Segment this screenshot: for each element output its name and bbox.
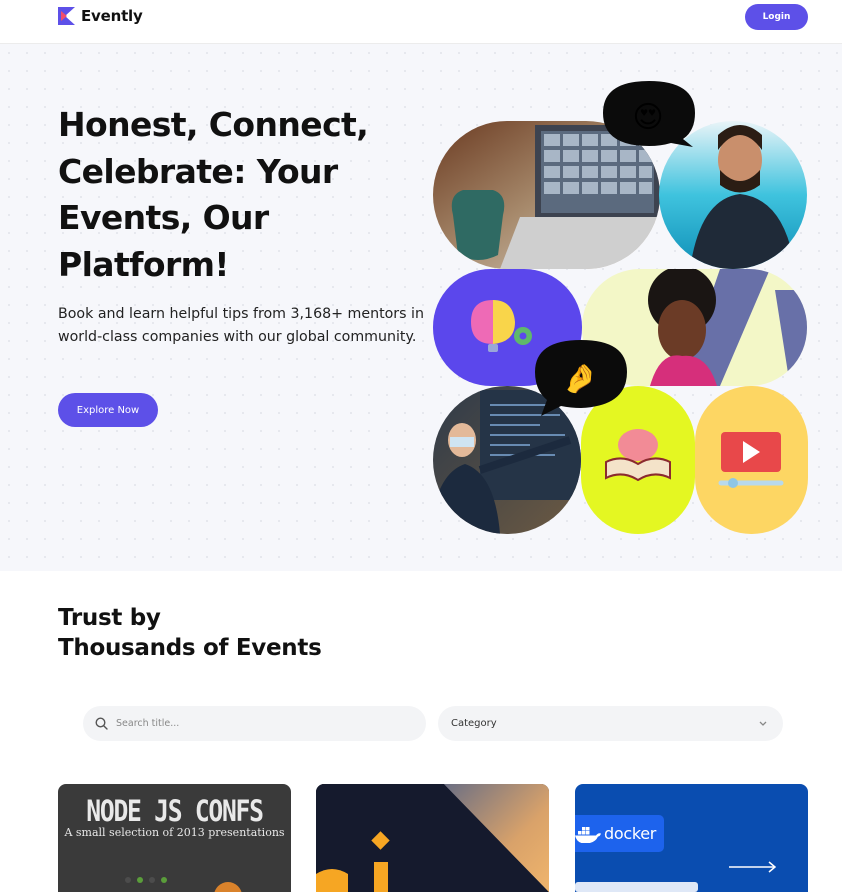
chevron-down-icon: [759, 721, 767, 726]
section-title-line2: Thousands of Events: [58, 635, 322, 661]
search-input[interactable]: [116, 718, 396, 729]
laptop-meeting-photo: [433, 121, 660, 269]
brain-book-tile: [581, 386, 695, 534]
section-title-line1: Trust by: [58, 605, 161, 631]
arrow-right-icon: [575, 861, 777, 892]
event-card-nodejs[interactable]: NODE JS CONFS A small selection of 2013 …: [58, 784, 291, 892]
section-title: Trust by Thousands of Events: [58, 603, 322, 663]
pinched-fingers-emoji: 🤌: [563, 362, 598, 395]
hero-collage: 😍 🤌: [433, 81, 808, 534]
search-field[interactable]: [83, 706, 426, 741]
category-label: Category: [451, 718, 497, 729]
search-icon: [95, 717, 108, 730]
event-card-ai[interactable]: [316, 784, 549, 892]
video-player-tile: [695, 386, 808, 534]
nodejs-decor: [125, 877, 242, 892]
love-emoji-bubble: 😍: [603, 81, 695, 147]
love-emoji: 😍: [632, 100, 663, 135]
presenter-photo: [433, 386, 581, 534]
ai-card-art: [316, 784, 549, 892]
event-card-docker[interactable]: docker: [575, 784, 808, 892]
category-select[interactable]: Category: [438, 706, 783, 741]
